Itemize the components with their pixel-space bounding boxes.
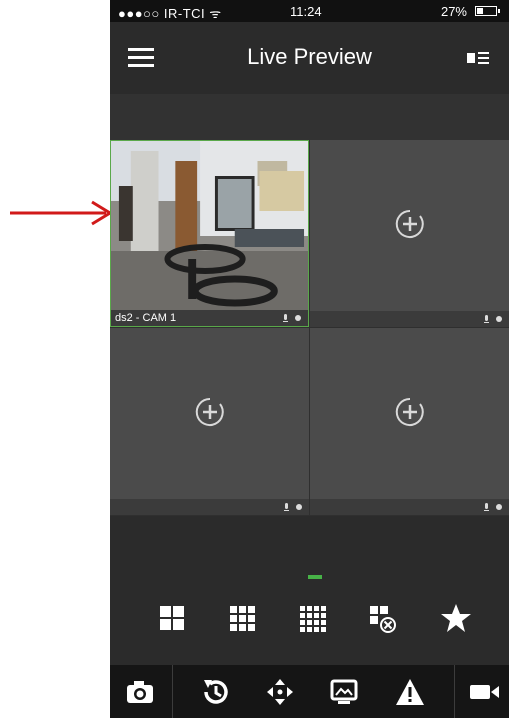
camera-name-label: ds2 - CAM 1 [115,312,177,324]
cell-footer [310,311,509,327]
sixteen-window-icon[interactable] [294,600,330,636]
nav-bar: Live Preview [110,22,509,94]
camera-cell-2[interactable] [310,140,509,327]
page-indicator [308,575,322,579]
audio-mic-icon[interactable] [282,313,304,323]
battery-icon [475,6,500,16]
camera-feed-image [111,141,308,311]
preview-top-band [110,94,509,140]
clock: 11:24 [290,4,322,19]
toolbar-divider [454,665,455,718]
add-camera-icon[interactable] [193,395,227,429]
audio-mic-icon[interactable] [483,502,505,512]
nine-window-icon[interactable] [224,600,260,636]
status-bar: ●●●○○ IR-TCI ᯤ 11:24 27% [110,0,509,22]
close-all-icon[interactable] [364,600,400,636]
cell-footer [310,499,509,515]
audio-mic-icon[interactable] [483,314,505,324]
add-camera-icon[interactable] [393,395,427,429]
device-list-icon[interactable] [467,50,489,66]
alarm-warning-icon[interactable] [392,674,428,710]
ptz-control-icon[interactable] [262,674,298,710]
page-title: Live Preview [247,44,372,69]
playback-icon[interactable] [198,674,234,710]
layout-toolbar [110,596,509,642]
camera-cell-1[interactable]: ds2 - CAM 1 [110,140,309,327]
camera-cell-4[interactable] [310,328,509,515]
phone-screen: ●●●○○ IR-TCI ᯤ 11:24 27% Live Preview ds… [110,0,509,718]
bottom-toolbar [110,665,509,718]
record-video-icon[interactable] [466,674,502,710]
battery-percent: 27% [440,4,467,19]
audio-mic-icon[interactable] [283,502,305,512]
annotation-arrow [10,200,113,226]
carrier-text: ●●●○○ IR-TCI ᯤ [118,6,222,21]
camera-cell-3[interactable] [110,328,309,515]
four-window-icon[interactable] [154,600,190,636]
toolbar-divider [172,665,173,718]
camera-grid: ds2 - CAM 1 [110,140,509,516]
snapshot-camera-icon[interactable] [122,674,158,710]
cell-footer [110,499,309,515]
add-camera-icon[interactable] [393,207,427,241]
image-adjust-icon[interactable] [326,674,362,710]
favorites-star-icon[interactable] [438,600,474,636]
